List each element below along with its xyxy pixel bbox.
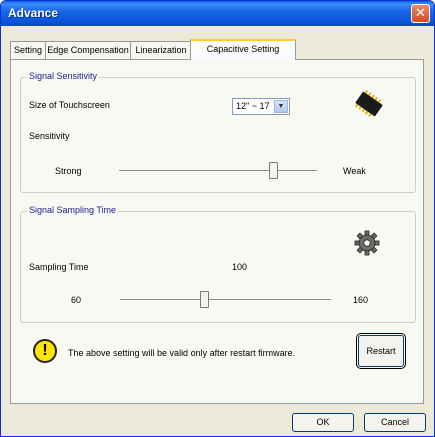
warning-icon: ! bbox=[33, 339, 57, 363]
sampling-time-value: 100 bbox=[232, 262, 248, 272]
sampling-max-label: 160 bbox=[353, 295, 369, 305]
signal-sensitivity-group: Signal Sensitivity Size of Touchscreen 1… bbox=[20, 71, 416, 193]
tab-capacitive-setting[interactable]: Capacitive Setting bbox=[190, 39, 296, 60]
touchscreen-size-select[interactable]: 12" ~ 17 ▼ bbox=[232, 98, 290, 115]
touchscreen-size-value: 12" ~ 17 bbox=[236, 101, 270, 111]
restart-notice-text: The above setting will be valid only aft… bbox=[68, 348, 296, 358]
signal-sensitivity-label: Signal Sensitivity bbox=[27, 71, 100, 81]
tab-edge-compensation[interactable]: Edge Compensation bbox=[45, 41, 131, 59]
sensitivity-weak-label: Weak bbox=[343, 166, 366, 176]
close-button[interactable]: ✕ bbox=[411, 4, 430, 23]
sampling-time-label: Sampling Time bbox=[29, 262, 89, 272]
cancel-button[interactable]: Cancel bbox=[364, 413, 426, 432]
sampling-min-label: 60 bbox=[71, 295, 82, 305]
sampling-slider-track[interactable] bbox=[120, 299, 331, 301]
advance-dialog: Advance ✕ Setting Edge Compensation Line… bbox=[0, 0, 435, 437]
chevron-down-icon: ▼ bbox=[274, 100, 288, 113]
sensitivity-strong-label: Strong bbox=[55, 166, 82, 176]
window-title: Advance bbox=[8, 6, 59, 20]
restart-button[interactable]: Restart bbox=[356, 333, 406, 369]
chip-icon bbox=[355, 90, 383, 117]
sensitivity-slider-thumb[interactable] bbox=[269, 162, 279, 179]
sensitivity-label: Sensitivity bbox=[29, 131, 70, 141]
signal-sampling-time-group: Signal Sampling Time Sampling Time 100 6… bbox=[20, 205, 416, 323]
sampling-slider-thumb[interactable] bbox=[200, 291, 210, 308]
sensitivity-slider-track[interactable] bbox=[119, 170, 317, 172]
size-of-touchscreen-label: Size of Touchscreen bbox=[29, 100, 110, 110]
signal-sampling-time-label: Signal Sampling Time bbox=[27, 205, 119, 215]
capacitive-setting-panel: Signal Sensitivity Size of Touchscreen 1… bbox=[10, 59, 424, 404]
gear-icon bbox=[354, 230, 380, 256]
tab-setting[interactable]: Setting bbox=[10, 41, 46, 59]
close-icon: ✕ bbox=[415, 5, 426, 20]
ok-button[interactable]: OK bbox=[292, 413, 354, 432]
title-bar: Advance ✕ bbox=[1, 1, 434, 26]
tab-linearization[interactable]: Linearization bbox=[130, 41, 192, 59]
